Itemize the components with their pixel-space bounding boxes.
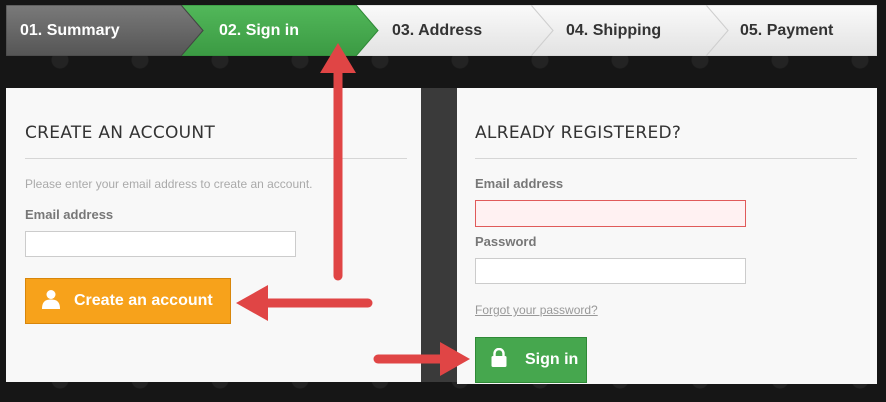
step-sign-in[interactable]: 02. Sign in — [219, 5, 299, 56]
login-panel: ALREADY REGISTERED? Email address Passwo… — [457, 88, 877, 384]
create-account-hint: Please enter your email address to creat… — [25, 177, 313, 191]
step-summary[interactable]: 01. Summary — [20, 5, 120, 56]
create-email-input[interactable] — [25, 231, 296, 257]
create-account-title: CREATE AN ACCOUNT — [25, 123, 216, 143]
forgot-password-link[interactable]: Forgot your password? — [475, 303, 598, 317]
login-divider — [475, 158, 857, 159]
create-account-button[interactable]: Create an account — [25, 278, 231, 324]
panel-gap — [421, 88, 458, 382]
step-address: 03. Address — [392, 22, 483, 39]
login-email-input[interactable] — [475, 200, 746, 227]
password-label: Password — [475, 234, 537, 249]
create-account-divider — [25, 158, 407, 159]
step-payment: 05. Payment — [740, 22, 834, 39]
create-account-panel: CREATE AN ACCOUNT Please enter your emai… — [6, 88, 421, 382]
sign-in-button-label: Sign in — [525, 351, 579, 368]
user-icon — [42, 289, 60, 314]
lock-icon — [491, 347, 507, 372]
login-email-label: Email address — [475, 176, 564, 191]
password-input[interactable] — [475, 258, 746, 284]
create-account-button-label: Create an account — [74, 292, 213, 309]
sign-in-button[interactable]: Sign in — [475, 337, 587, 383]
login-title: ALREADY REGISTERED? — [475, 123, 682, 143]
create-email-label: Email address — [25, 207, 114, 222]
step-shipping: 04. Shipping — [566, 22, 662, 39]
checkout-steps: 01. Summary 02. Sign in 03. Address 04. … — [6, 5, 877, 56]
